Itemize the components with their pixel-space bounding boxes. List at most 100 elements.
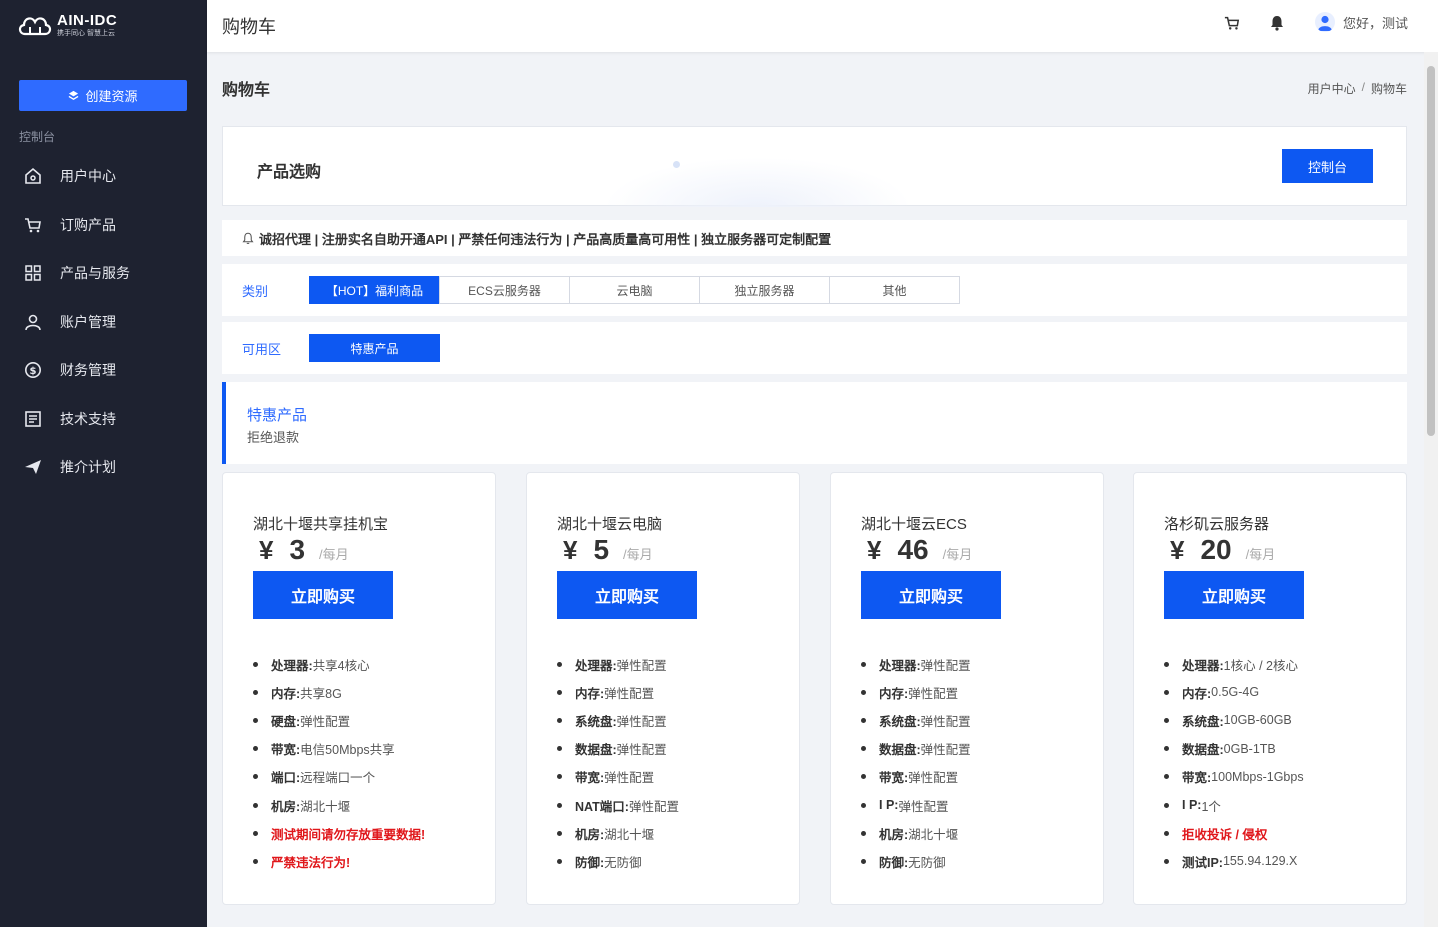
sidebar-item-account[interactable]: 账户管理 — [0, 298, 207, 347]
sidebar-item-label: 账户管理 — [60, 313, 116, 330]
price-amount: 5 — [593, 534, 610, 565]
sidebar-item-user-center[interactable]: 用户中心 — [0, 152, 207, 201]
product-name: 湖北十堰共享挂机宝 — [253, 516, 389, 533]
tab-hot-welfare[interactable]: 【HOT】福利商品 — [309, 276, 440, 304]
breadcrumb-user-center[interactable]: 用户中心 — [1308, 80, 1356, 97]
spec-value: 10GB-60GB — [1223, 713, 1292, 728]
category-filter: 类别 【HOT】福利商品 ECS云服务器 云电脑 独立服务器 其他 — [222, 264, 1407, 316]
brand-subtitle: 携手同心 智慧上云 — [57, 30, 115, 37]
spec-list: 处理器: 共享4核心 内存: 共享8G 硬盘: 弹性配置 带宽: 电信50Mbps共享 端口: 远… — [253, 650, 425, 876]
zone-description: 拒绝退款 — [247, 430, 300, 445]
price-amount: 3 — [289, 534, 306, 565]
cart-icon[interactable] — [1224, 15, 1240, 34]
category-label: 类别 — [242, 284, 269, 299]
document-icon — [24, 410, 42, 428]
buy-now-button[interactable]: 立即购买 — [253, 571, 393, 619]
create-resource-button[interactable]: 创建资源 — [19, 80, 187, 111]
tab-ecs[interactable]: ECS云服务器 — [439, 276, 570, 304]
sidebar-item-support[interactable]: 技术支持 — [0, 395, 207, 444]
spec-item: 处理器: 弹性配置 — [557, 650, 679, 678]
user-menu[interactable]: 您好，测试 — [1315, 12, 1408, 32]
spec-item: 端口: 远程端口一个 — [253, 763, 425, 791]
sidebar-item-referral[interactable]: 推介计划 — [0, 443, 207, 492]
spec-item: 数据盘: 弹性配置 — [861, 735, 971, 763]
tab-dedicated-server[interactable]: 独立服务器 — [699, 276, 830, 304]
brand-logo[interactable]: AIN-IDC 携手同心 智慧上云 — [17, 12, 117, 38]
top-bar-title: 购物车 — [222, 17, 276, 37]
buy-now-button[interactable]: 立即购买 — [557, 571, 697, 619]
buy-now-button[interactable]: 立即购买 — [861, 571, 1001, 619]
spec-key: 机房: — [879, 827, 909, 842]
bell-icon[interactable] — [1270, 15, 1284, 34]
decorative-wave — [603, 157, 913, 207]
sidebar-item-order[interactable]: 订购产品 — [0, 201, 207, 250]
spec-key: 处理器: — [1182, 658, 1224, 673]
create-resource-label: 创建资源 — [85, 89, 138, 104]
spec-key: 系统盘: — [1182, 714, 1224, 729]
spec-item: I P: 弹性配置 — [861, 791, 971, 819]
spec-item: 带宽: 弹性配置 — [861, 763, 971, 791]
spec-key: 内存: — [879, 686, 909, 701]
spec-value: 弹性配置 — [616, 743, 667, 758]
spec-item: 内存: 0.5G-4G — [1164, 678, 1304, 706]
sidebar-item-finance[interactable]: $ 财务管理 — [0, 346, 207, 395]
spec-key: 测试IP: — [1182, 855, 1223, 870]
spec-item: 机房: 湖北十堰 — [861, 819, 971, 847]
spec-key: 内存: — [575, 686, 605, 701]
price-unit: /每月 — [319, 547, 349, 562]
spec-key: 数据盘: — [575, 743, 617, 758]
tab-special-offer[interactable]: 特惠产品 — [309, 334, 440, 362]
spec-value: 弹性配置 — [616, 658, 667, 673]
buy-now-button[interactable]: 立即购买 — [1164, 571, 1304, 619]
spec-item: 系统盘: 弹性配置 — [861, 706, 971, 734]
console-button[interactable]: 控制台 — [1282, 149, 1373, 183]
notice-text: 诚招代理 | 注册实名自助开通API | 严禁任何违法行为 | 产品高质量高可用… — [259, 231, 832, 247]
product-price: ¥ 5 /每月 — [563, 534, 653, 566]
spec-value: 0.5G-4G — [1211, 685, 1260, 700]
spec-item: 机房: 湖北十堰 — [557, 819, 679, 847]
spec-key: 处理器: — [575, 658, 617, 673]
spec-value: 1个 — [1201, 799, 1221, 814]
product-price: ¥ 3 /每月 — [259, 534, 349, 566]
sidebar-item-products[interactable]: 产品与服务 — [0, 249, 207, 298]
spec-value: 弹性配置 — [908, 771, 959, 786]
sidebar-item-label: 技术支持 — [60, 410, 116, 427]
spec-key: 系统盘: — [879, 714, 921, 729]
spec-value: 无防御 — [604, 855, 642, 870]
spec-key: 数据盘: — [879, 743, 921, 758]
spec-value: 弹性配置 — [898, 799, 949, 814]
sidebar: AIN-IDC 携手同心 智慧上云 创建资源 控制台 用户中心 订购产品 产品与… — [0, 0, 207, 927]
tab-cloud-pc[interactable]: 云电脑 — [569, 276, 700, 304]
brand-title: AIN-IDC — [57, 12, 118, 29]
tab-other[interactable]: 其他 — [829, 276, 960, 304]
top-bar: 购物车 您好，测试 — [207, 0, 1438, 52]
spec-item: 内存: 弹性配置 — [557, 678, 679, 706]
spec-key: I P: — [879, 798, 899, 813]
spec-key: 处理器: — [879, 658, 921, 673]
layers-icon — [69, 90, 79, 100]
spec-key: 防御: — [575, 855, 605, 870]
spec-key: 系统盘: — [575, 714, 617, 729]
spec-list: 处理器: 弹性配置 内存: 弹性配置 系统盘: 弹性配置 数据盘: 弹性配置 带宽: 弹性配置 I … — [861, 650, 971, 876]
spec-value: 弹性配置 — [920, 658, 971, 673]
spec-value: 共享8G — [300, 686, 342, 701]
sidebar-item-label: 财务管理 — [60, 362, 116, 379]
spec-value: 弹性配置 — [616, 714, 667, 729]
user-greeting: 您好，测试 — [1343, 15, 1409, 31]
sidebar-item-label: 推介计划 — [60, 459, 116, 476]
spec-value: 弹性配置 — [300, 714, 351, 729]
spec-key: 数据盘: — [1182, 743, 1224, 758]
scrollbar-thumb[interactable] — [1427, 66, 1435, 436]
spec-value: 弹性配置 — [908, 686, 959, 701]
page-scrollbar[interactable] — [1424, 52, 1438, 927]
spec-value: 远程端口一个 — [300, 771, 376, 786]
spec-key: 带宽: — [879, 771, 909, 786]
spec-value: 100Mbps-1Gbps — [1211, 769, 1304, 784]
page-title: 购物车 — [222, 82, 271, 99]
spec-value: 无防御 — [908, 855, 946, 870]
sidebar-item-label: 产品与服务 — [60, 265, 130, 282]
price-currency: ¥ — [867, 535, 882, 565]
grid-icon — [24, 264, 42, 282]
spec-item: 处理器: 共享4核心 — [253, 650, 425, 678]
avatar — [1315, 12, 1335, 32]
